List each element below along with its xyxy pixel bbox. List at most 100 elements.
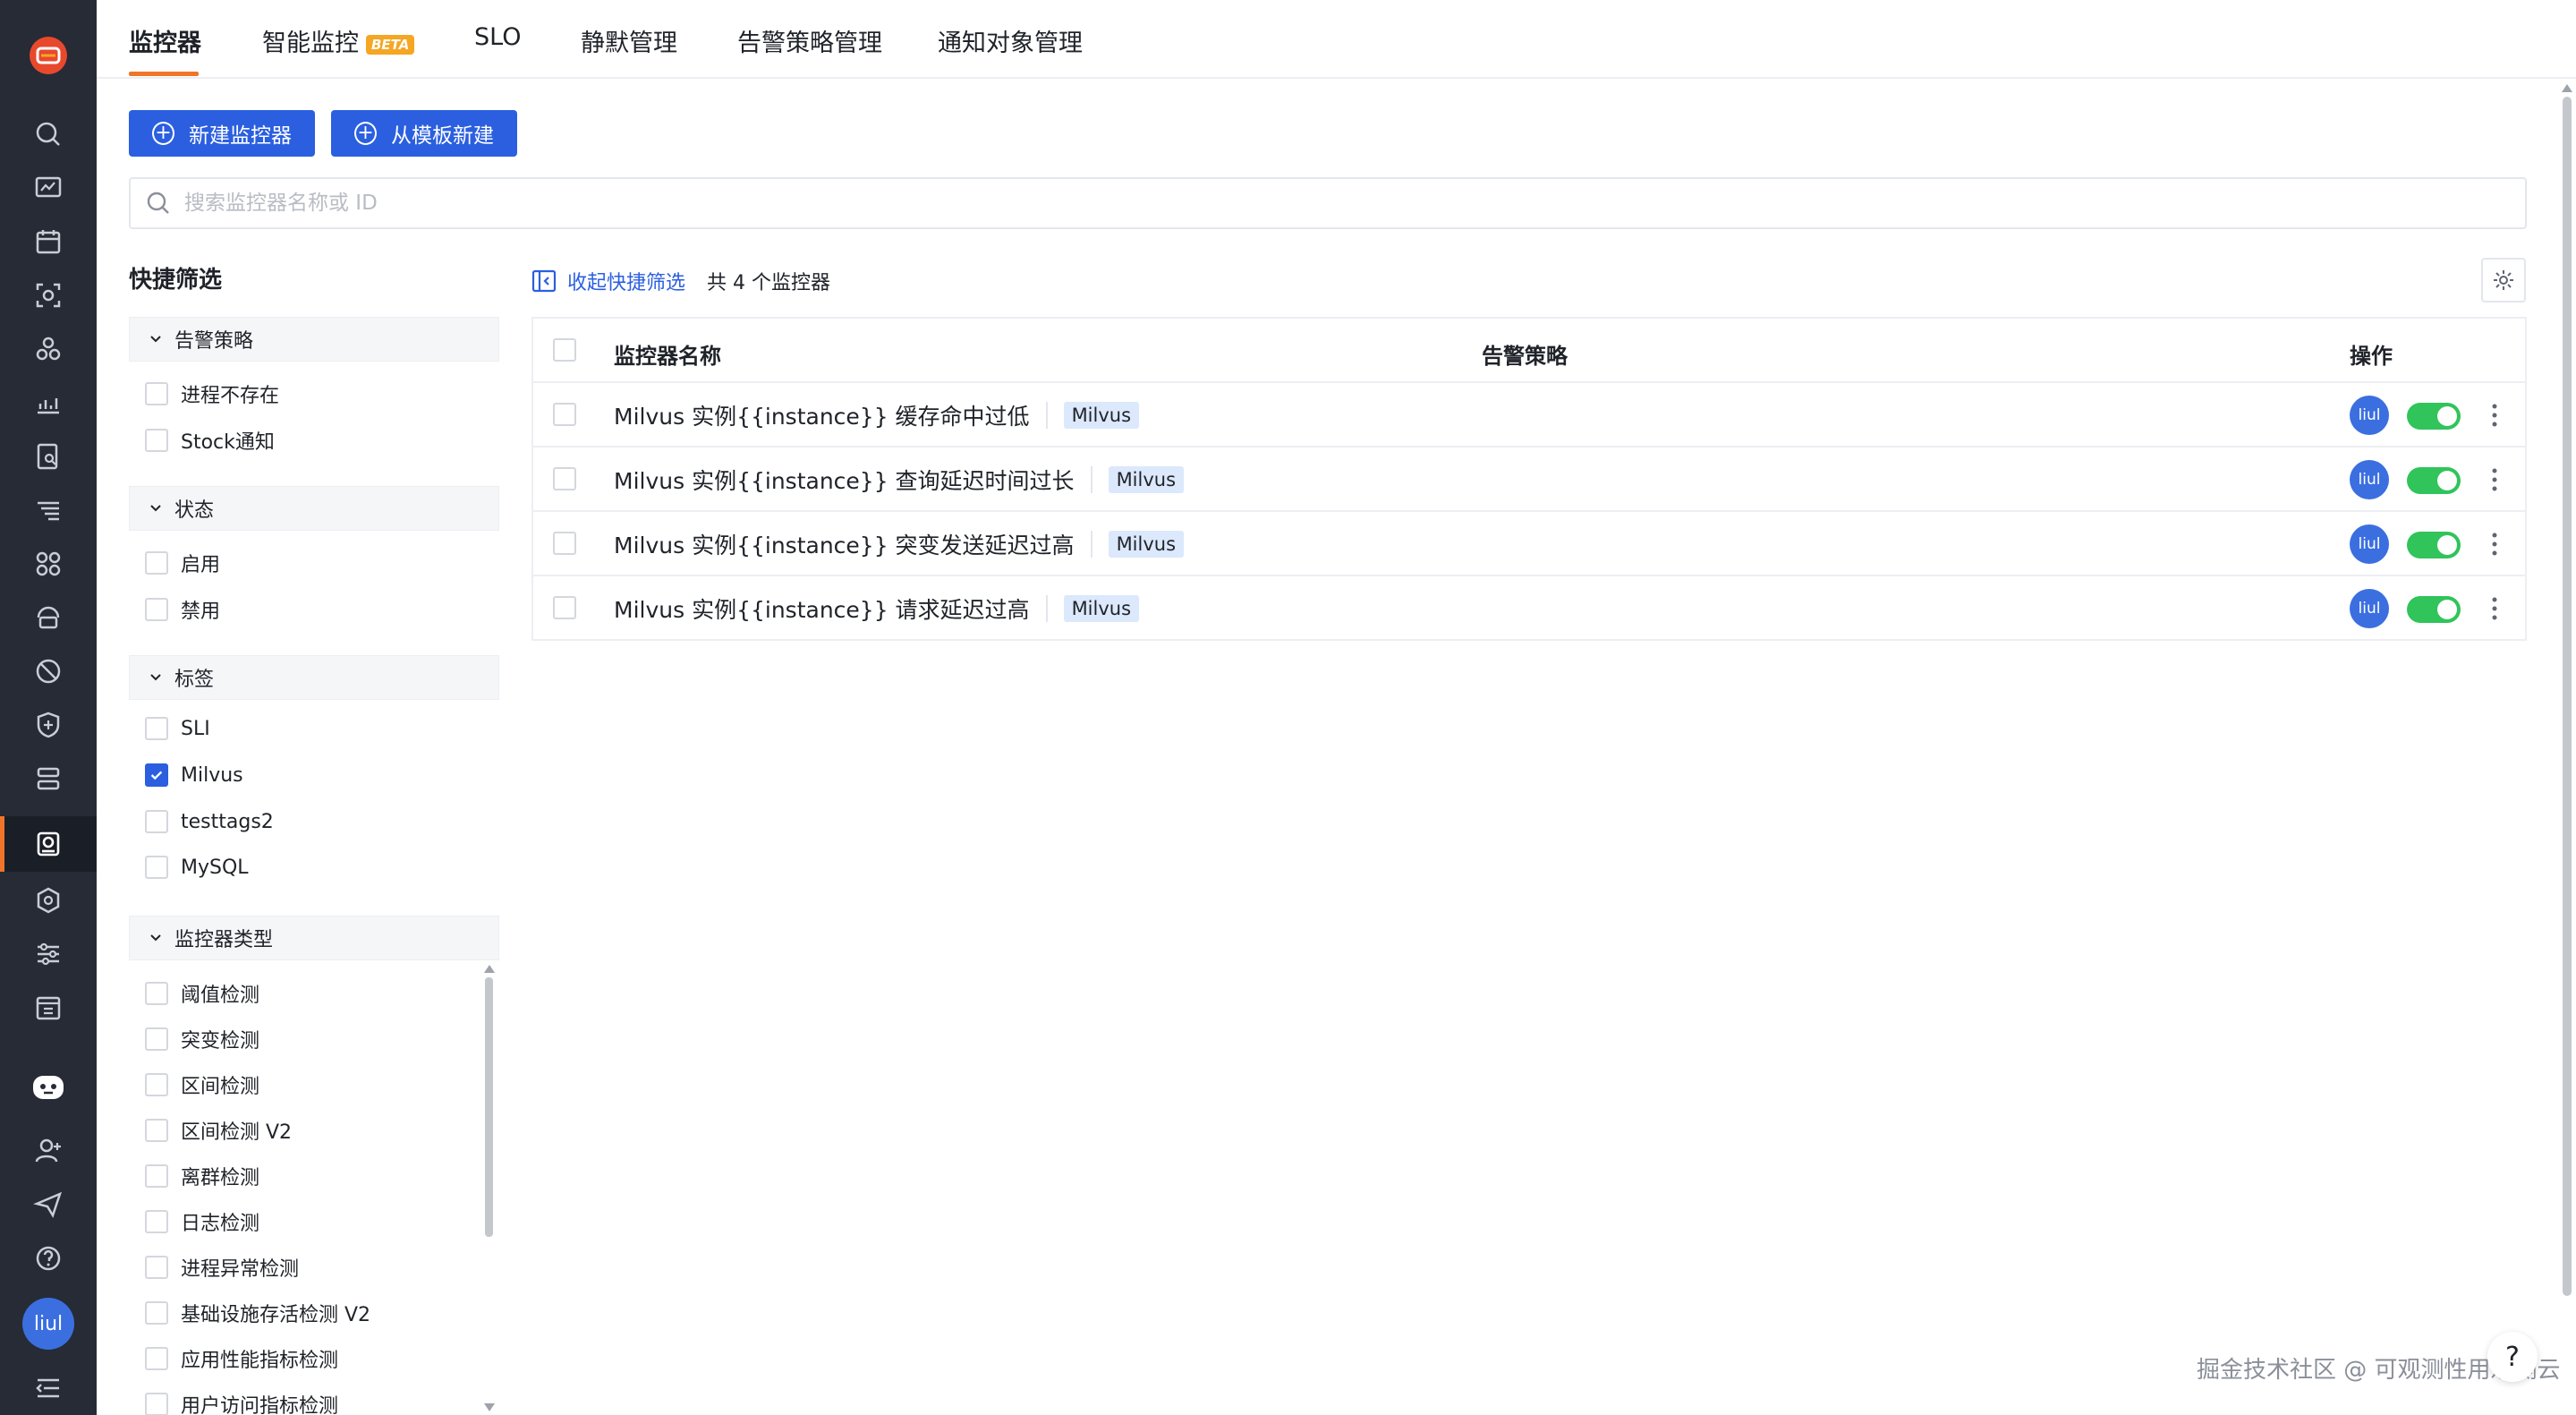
filter-option[interactable]: Milvus	[145, 763, 243, 787]
column-header-policy[interactable]: 告警策略	[1482, 338, 1568, 370]
filter-option[interactable]: 应用性能指标检测	[145, 1344, 338, 1373]
tab-monitor[interactable]: 监控器	[129, 23, 201, 58]
filter-scroll-up[interactable]	[484, 965, 495, 973]
monitor-name[interactable]: Milvus 实例{{instance}} 缓存命中过低	[614, 399, 1030, 431]
filter-group-alert-policy[interactable]: 告警策略	[129, 317, 499, 362]
filter-option[interactable]: 进程异常检测	[145, 1253, 299, 1282]
monitor-name[interactable]: Milvus 实例{{instance}} 查询延迟时间过长	[614, 464, 1075, 496]
table-settings-button[interactable]	[2481, 258, 2526, 303]
help-circle-icon[interactable]	[27, 1237, 70, 1280]
checkbox[interactable]	[145, 1393, 168, 1415]
integration-icon[interactable]	[27, 879, 70, 922]
checkbox[interactable]	[145, 810, 168, 833]
checkbox-checked[interactable]	[145, 763, 168, 787]
rum-icon[interactable]	[27, 596, 70, 639]
checkbox[interactable]	[145, 1073, 168, 1096]
enable-toggle[interactable]	[2407, 403, 2461, 430]
monitor-icon[interactable]	[27, 823, 70, 865]
enable-toggle[interactable]	[2407, 467, 2461, 494]
table-row[interactable]: Milvus 实例{{instance}} 请求延迟过高 Milvus liul	[533, 576, 2525, 641]
checkbox[interactable]	[145, 598, 168, 621]
column-header-name[interactable]: 监控器名称	[614, 338, 721, 370]
more-options-icon[interactable]	[2486, 464, 2504, 496]
send-icon[interactable]	[27, 1183, 70, 1226]
new-monitor-button[interactable]: + 新建监控器	[129, 110, 315, 157]
filter-option[interactable]: 离群检测	[145, 1162, 259, 1190]
settings-sliders-icon[interactable]	[27, 933, 70, 976]
checkbox[interactable]	[145, 1119, 168, 1142]
collapse-filter-button[interactable]: 收起快捷筛选	[531, 267, 685, 295]
checkbox[interactable]	[145, 717, 168, 740]
filter-option[interactable]: SLI	[145, 717, 210, 740]
tab-alert-policy[interactable]: 告警策略管理	[737, 23, 882, 58]
help-button[interactable]: ?	[2487, 1332, 2538, 1382]
checkbox[interactable]	[145, 429, 168, 452]
checkbox[interactable]	[145, 1301, 168, 1325]
filter-option[interactable]: 禁用	[145, 595, 220, 624]
filter-scroll-down[interactable]	[484, 1403, 495, 1411]
metrics-icon[interactable]	[27, 381, 70, 424]
tab-notify-targets[interactable]: 通知对象管理	[938, 23, 1083, 58]
synthetic-icon[interactable]	[27, 650, 70, 693]
dashboard-icon[interactable]	[27, 166, 70, 209]
more-options-icon[interactable]	[2486, 528, 2504, 560]
page-scroll-up[interactable]	[2562, 84, 2572, 92]
checkbox[interactable]	[145, 1164, 168, 1188]
tab-smart-monitor[interactable]: 智能监控 BETA	[262, 23, 415, 58]
billing-icon[interactable]	[27, 986, 70, 1029]
ci-icon[interactable]	[27, 757, 70, 800]
monitor-name-cell[interactable]: Milvus 实例{{instance}} 查询延迟时间过长 Milvus	[614, 464, 1185, 496]
filter-option[interactable]: 区间检测	[145, 1070, 259, 1099]
bot-icon[interactable]	[27, 1065, 70, 1108]
filter-option[interactable]: testtags2	[145, 810, 274, 833]
filter-option[interactable]: 突变检测	[145, 1025, 259, 1053]
checkbox[interactable]	[145, 1210, 168, 1233]
filter-option[interactable]: MySQL	[145, 856, 249, 879]
checkbox[interactable]	[145, 1027, 168, 1051]
monitor-name[interactable]: Milvus 实例{{instance}} 突变发送延迟过高	[614, 528, 1075, 560]
filter-option[interactable]: 启用	[145, 549, 220, 577]
select-all-checkbox[interactable]	[553, 338, 576, 362]
search-icon[interactable]	[27, 113, 70, 156]
menu-collapse-icon[interactable]	[27, 1367, 70, 1410]
monitor-name[interactable]: Milvus 实例{{instance}} 请求延迟过高	[614, 592, 1030, 625]
scan-icon[interactable]	[27, 274, 70, 317]
more-options-icon[interactable]	[2486, 592, 2504, 625]
cluster-icon[interactable]	[27, 328, 70, 371]
monitor-name-cell[interactable]: Milvus 实例{{instance}} 缓存命中过低 Milvus	[614, 399, 1140, 431]
checkbox[interactable]	[145, 856, 168, 879]
trace-icon[interactable]	[27, 489, 70, 532]
more-options-icon[interactable]	[2486, 399, 2504, 431]
row-checkbox[interactable]	[553, 467, 576, 490]
enable-toggle[interactable]	[2407, 596, 2461, 623]
filter-option[interactable]: 阈值检测	[145, 979, 259, 1008]
table-row[interactable]: Milvus 实例{{instance}} 突变发送延迟过高 Milvus liu…	[533, 512, 2525, 576]
security-icon[interactable]	[27, 703, 70, 746]
row-checkbox[interactable]	[553, 403, 576, 426]
new-from-template-button[interactable]: + 从模板新建	[331, 110, 517, 157]
filter-scrollbar[interactable]	[485, 977, 493, 1237]
filter-option[interactable]: 用户访问指标检测	[145, 1390, 338, 1415]
row-checkbox[interactable]	[553, 532, 576, 555]
checkbox[interactable]	[145, 982, 168, 1005]
filter-option[interactable]: 进程不存在	[145, 379, 279, 408]
tab-slo[interactable]: SLO	[474, 23, 521, 51]
tab-silence[interactable]: 静默管理	[581, 23, 677, 58]
user-avatar[interactable]: liul	[22, 1298, 74, 1350]
monitor-name-cell[interactable]: Milvus 实例{{instance}} 请求延迟过高 Milvus	[614, 592, 1140, 625]
monitor-name-cell[interactable]: Milvus 实例{{instance}} 突变发送延迟过高 Milvus	[614, 528, 1185, 560]
apps-icon[interactable]	[27, 542, 70, 585]
calendar-icon[interactable]	[27, 220, 70, 263]
row-checkbox[interactable]	[553, 596, 576, 619]
add-user-icon[interactable]	[27, 1129, 70, 1172]
filter-group-tags[interactable]: 标签	[129, 655, 499, 700]
table-row[interactable]: Milvus 实例{{instance}} 缓存命中过低 Milvus liul	[533, 383, 2525, 448]
checkbox[interactable]	[145, 551, 168, 575]
checkbox[interactable]	[145, 1347, 168, 1370]
filter-option[interactable]: 区间检测 V2	[145, 1116, 292, 1145]
brand-logo-icon[interactable]	[27, 34, 70, 77]
page-scrollbar[interactable]	[2563, 97, 2572, 1296]
table-row[interactable]: Milvus 实例{{instance}} 查询延迟时间过长 Milvus liu…	[533, 448, 2525, 512]
filter-group-status[interactable]: 状态	[129, 486, 499, 531]
filter-option[interactable]: 基础设施存活检测 V2	[145, 1299, 370, 1327]
